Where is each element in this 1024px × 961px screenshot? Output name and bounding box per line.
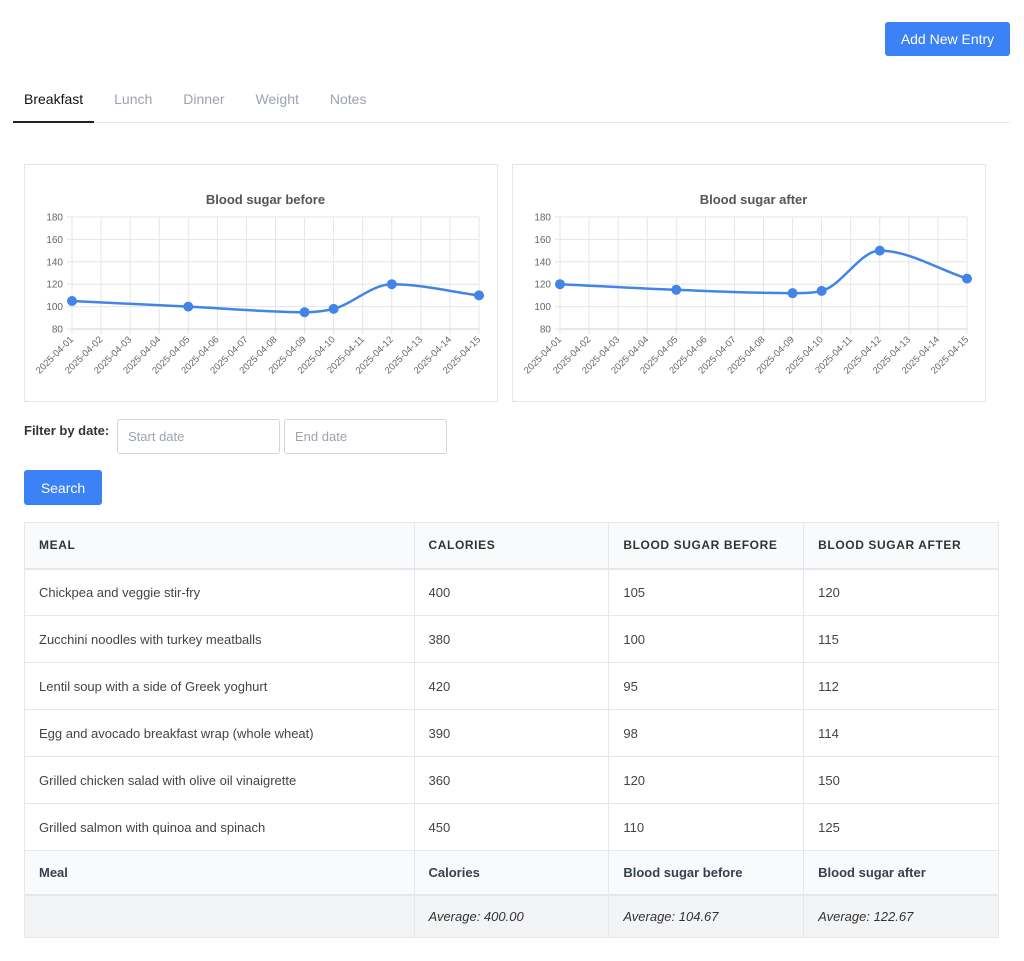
tab-weight[interactable]: Weight <box>245 80 310 123</box>
cell-meal: Grilled chicken salad with olive oil vin… <box>24 756 415 804</box>
chart-title: Blood sugar before <box>206 192 325 207</box>
table-row[interactable]: Grilled chicken salad with olive oil vin… <box>24 756 999 804</box>
table-row[interactable]: Chickpea and veggie stir-fry 400 105 120 <box>24 568 999 616</box>
cell-blood-sugar-before: 110 <box>608 803 805 851</box>
meals-table: Meal Calories Blood sugar before Blood s… <box>24 522 999 938</box>
y-tick-label: 180 <box>46 213 63 224</box>
y-tick-label: 160 <box>46 235 63 246</box>
average-blood-sugar-before: Average: 104.67 <box>608 894 805 938</box>
average-blood-sugar-after: Average: 122.67 <box>803 894 999 938</box>
table-header-row: Meal Calories Blood sugar before Blood s… <box>24 522 999 570</box>
cell-meal: Egg and avocado breakfast wrap (whole wh… <box>24 709 415 757</box>
average-calories: Average: 400.00 <box>413 894 610 938</box>
tab-notes[interactable]: Notes <box>319 80 378 123</box>
cell-meal: Grilled salmon with quinoa and spinach <box>24 803 415 851</box>
header-meal[interactable]: Meal <box>24 522 415 570</box>
data-point[interactable] <box>183 301 194 312</box>
table-row[interactable]: Zucchini noodles with turkey meatballs 3… <box>24 615 999 663</box>
y-tick-label: 140 <box>534 257 551 268</box>
header-calories[interactable]: Calories <box>413 522 610 570</box>
cell-blood-sugar-before: 105 <box>608 568 805 616</box>
cell-calories: 380 <box>413 615 610 663</box>
footer-header-blood-sugar-before: Blood sugar before <box>608 850 805 896</box>
footer-header-calories: Calories <box>413 850 610 896</box>
data-point[interactable] <box>787 288 798 299</box>
data-point[interactable] <box>816 285 827 296</box>
cell-calories: 400 <box>413 568 610 616</box>
cell-calories: 450 <box>413 803 610 851</box>
y-tick-label: 80 <box>52 325 64 336</box>
data-point[interactable] <box>671 284 682 295</box>
end-date-input[interactable] <box>284 419 447 454</box>
chart-title: Blood sugar after <box>700 192 808 207</box>
cell-calories: 420 <box>413 662 610 710</box>
tab-lunch[interactable]: Lunch <box>103 80 163 123</box>
data-point[interactable] <box>299 307 310 318</box>
cell-blood-sugar-after: 150 <box>803 756 999 804</box>
cell-meal: Chickpea and veggie stir-fry <box>24 568 415 616</box>
table-averages-row: Average: 400.00 Average: 104.67 Average:… <box>24 894 999 938</box>
y-tick-label: 160 <box>534 235 551 246</box>
cell-calories: 360 <box>413 756 610 804</box>
y-tick-label: 100 <box>46 302 63 313</box>
average-meal <box>24 894 415 938</box>
blood-sugar-before-chart: Blood sugar before801001201401601802025-… <box>34 192 484 376</box>
cell-blood-sugar-before: 98 <box>608 709 805 757</box>
tab-breakfast[interactable]: Breakfast <box>13 80 95 123</box>
y-tick-label: 80 <box>540 325 552 336</box>
tab-bar: Breakfast Lunch Dinner Weight Notes <box>13 80 1010 123</box>
table-row[interactable]: Lentil soup with a side of Greek yoghurt… <box>24 662 999 710</box>
header-blood-sugar-before[interactable]: Blood sugar before <box>608 522 805 570</box>
y-tick-label: 140 <box>46 257 63 268</box>
data-point[interactable] <box>874 245 885 256</box>
filter-label: Filter by date: <box>24 423 110 438</box>
cell-blood-sugar-after: 120 <box>803 568 999 616</box>
data-point[interactable] <box>555 279 565 290</box>
cell-blood-sugar-after: 115 <box>803 615 999 663</box>
cell-blood-sugar-before: 95 <box>608 662 805 710</box>
data-point[interactable] <box>67 296 77 306</box>
table-row[interactable]: Grilled salmon with quinoa and spinach 4… <box>24 803 999 851</box>
cell-blood-sugar-after: 114 <box>803 709 999 757</box>
cell-blood-sugar-before: 100 <box>608 615 805 663</box>
data-point[interactable] <box>386 279 397 290</box>
search-button[interactable]: Search <box>24 470 102 505</box>
table-row[interactable]: Egg and avocado breakfast wrap (whole wh… <box>24 709 999 757</box>
blood-sugar-after-chart: Blood sugar after801001201401601802025-0… <box>522 192 972 376</box>
start-date-input[interactable] <box>117 419 280 454</box>
chart-card-after: Blood sugar after 80 100 120 140 160 180 2025-0… <box>512 164 986 402</box>
y-tick-label: 120 <box>534 280 551 291</box>
add-new-entry-button[interactable]: Add New Entry <box>885 22 1010 56</box>
data-point[interactable] <box>474 290 484 301</box>
table-footer-header-row: Meal Calories Blood sugar before Blood s… <box>24 850 999 896</box>
y-tick-label: 120 <box>46 280 63 291</box>
tab-dinner[interactable]: Dinner <box>172 80 235 123</box>
footer-header-blood-sugar-after: Blood sugar after <box>803 850 999 896</box>
header-blood-sugar-after[interactable]: Blood sugar after <box>803 522 999 570</box>
y-tick-label: 180 <box>534 213 551 224</box>
cell-blood-sugar-before: 120 <box>608 756 805 804</box>
cell-blood-sugar-after: 112 <box>803 662 999 710</box>
y-tick-label: 100 <box>534 302 551 313</box>
footer-header-meal: Meal <box>24 850 415 896</box>
cell-meal: Lentil soup with a side of Greek yoghurt <box>24 662 415 710</box>
data-point[interactable] <box>962 273 972 284</box>
data-point[interactable] <box>328 303 339 314</box>
cell-blood-sugar-after: 125 <box>803 803 999 851</box>
cell-calories: 390 <box>413 709 610 757</box>
cell-meal: Zucchini noodles with turkey meatballs <box>24 615 415 663</box>
chart-card-before: Blood sugar before 80 100 120 140 160 180 2025-… <box>24 164 498 402</box>
